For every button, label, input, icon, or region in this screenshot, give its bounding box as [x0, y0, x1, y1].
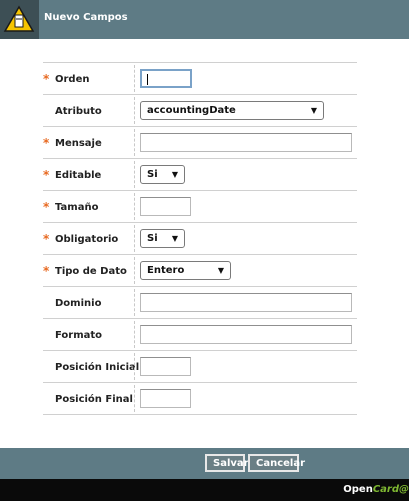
dropdown-arrow-icon: ▼ — [217, 266, 224, 275]
row-orden: * Orden — [43, 63, 357, 95]
field-label-tipo-de-dato: Tipo de Dato — [55, 266, 127, 277]
atributo-select-value: accountingDate — [147, 105, 236, 116]
required-marker: * — [43, 264, 50, 278]
save-button[interactable]: Salvar — [205, 454, 249, 472]
obligatorio-select[interactable]: Si ▼ — [140, 229, 185, 248]
orden-input[interactable] — [140, 69, 192, 88]
required-marker: * — [43, 200, 50, 214]
edit-note-icon — [0, 0, 39, 39]
editable-select[interactable]: Si ▼ — [140, 165, 185, 184]
cancel-button[interactable]: Cancelar — [248, 454, 305, 472]
tipo-de-dato-select[interactable]: Entero ▼ — [140, 261, 231, 280]
field-form: * Orden Atributo accountingDate ▼ * Mens… — [43, 62, 357, 415]
tamano-input[interactable] — [140, 197, 191, 216]
editable-select-value: Si — [147, 169, 158, 180]
required-marker: * — [43, 232, 50, 246]
formato-input[interactable] — [140, 325, 352, 344]
row-atributo: Atributo accountingDate ▼ — [43, 95, 357, 127]
brand-logo-part2: Card — [372, 484, 399, 495]
required-marker: * — [43, 136, 50, 150]
dropdown-arrow-icon: ▼ — [171, 170, 178, 179]
dropdown-arrow-icon: ▼ — [171, 234, 178, 243]
row-mensaje: * Mensaje — [43, 127, 357, 159]
brand-logo-part3: @ — [399, 484, 409, 495]
obligatorio-select-value: Si — [147, 233, 158, 244]
posicion-final-input[interactable] — [140, 389, 191, 408]
dominio-input[interactable] — [140, 293, 352, 312]
field-label-tamano: Tamaño — [55, 202, 99, 213]
field-label-orden: Orden — [55, 74, 90, 85]
row-tamano: * Tamaño — [43, 191, 357, 223]
field-label-atributo: Atributo — [55, 106, 102, 117]
required-marker: * — [43, 72, 50, 86]
row-formato: Formato — [43, 319, 357, 351]
row-dominio: Dominio — [43, 287, 357, 319]
required-marker: * — [43, 168, 50, 182]
window-header: Nuevo Campos — [0, 0, 409, 39]
field-label-obligatorio: Obligatorio — [55, 234, 119, 245]
field-label-posicion-final: Posición Final — [55, 394, 133, 405]
mensaje-input[interactable] — [140, 133, 352, 152]
field-label-posicion-inicial: Posición Inicial — [55, 362, 140, 373]
brand-logo: OpenCard@ — [343, 484, 409, 495]
row-posicion-final: Posición Final — [43, 383, 357, 415]
row-tipo-de-dato: * Tipo de Dato Entero ▼ — [43, 255, 357, 287]
posicion-inicial-input[interactable] — [140, 357, 191, 376]
field-label-formato: Formato — [55, 330, 103, 341]
row-editable: * Editable Si ▼ — [43, 159, 357, 191]
field-label-editable: Editable — [55, 170, 102, 181]
tipo-de-dato-select-value: Entero — [147, 265, 185, 276]
field-label-mensaje: Mensaje — [55, 138, 102, 149]
page-title: Nuevo Campos — [44, 12, 128, 23]
brand-logo-part1: Open — [343, 484, 373, 495]
atributo-select[interactable]: accountingDate ▼ — [140, 101, 324, 120]
row-obligatorio: * Obligatorio Si ▼ — [43, 223, 357, 255]
dropdown-arrow-icon: ▼ — [310, 106, 317, 115]
field-label-dominio: Dominio — [55, 298, 102, 309]
row-posicion-inicial: Posición Inicial — [43, 351, 357, 383]
